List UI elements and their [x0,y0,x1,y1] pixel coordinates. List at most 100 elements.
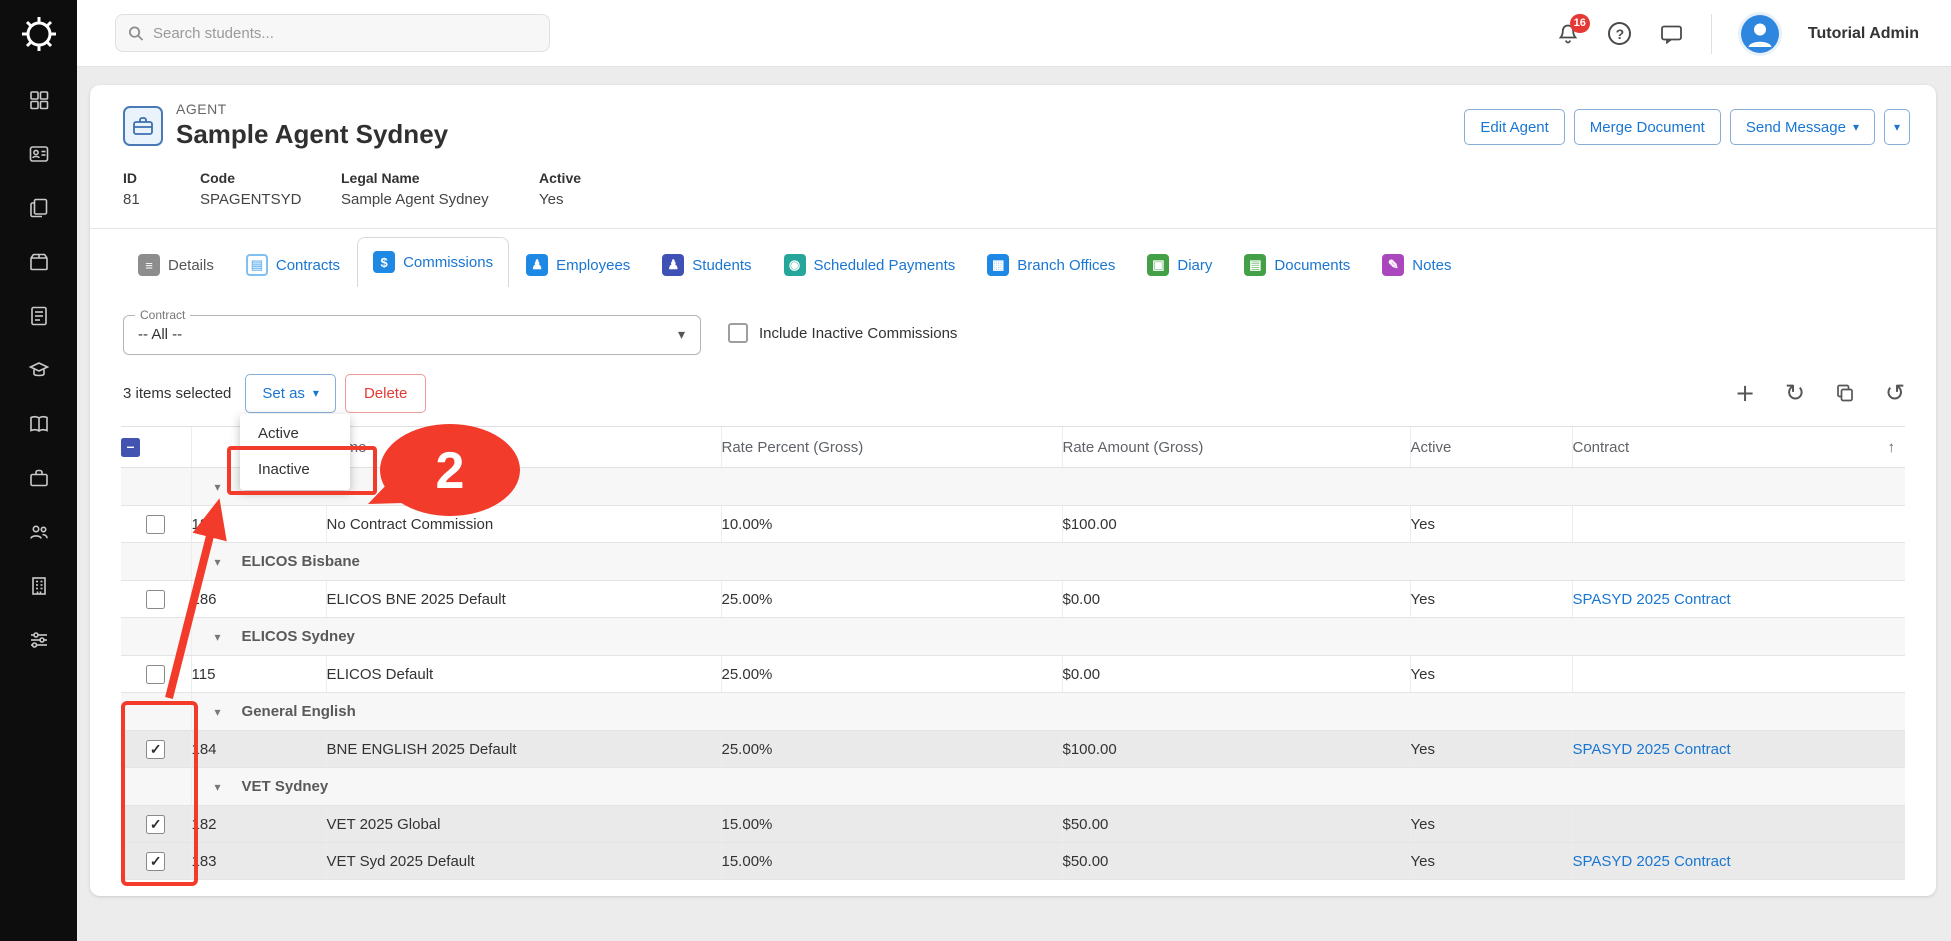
refresh-button[interactable]: ↻ [1782,380,1808,406]
add-commission-button[interactable]: + [1732,380,1758,406]
invoice-icon[interactable] [27,304,51,328]
table-row[interactable]: 115 ELICOS Default 25.00% $0.00 Yes [121,656,1905,693]
tab-commissions[interactable]: $Commissions [357,237,509,287]
tab-scheduled-payments[interactable]: ◉Scheduled Payments [769,243,971,287]
collapse-group-icon[interactable] [215,480,221,494]
notifications-bell-icon[interactable]: 16 [1555,21,1581,47]
app-logo[interactable] [16,11,61,56]
notes-icon: ✎ [1382,254,1404,276]
collapse-group-icon[interactable] [215,630,221,644]
tab-documents[interactable]: ▤Documents [1229,243,1365,287]
contracts-icon: ▤ [246,254,268,276]
user-name: Tutorial Admin [1808,25,1919,43]
table-row[interactable]: 187 No Contract Commission 10.00% $100.0… [121,506,1905,543]
col-header-name[interactable]: Name [326,427,721,468]
info-field-legal-name: Legal Name Sample Agent Sydney [341,170,539,208]
include-inactive-checkbox[interactable]: Include Inactive Commissions [728,323,957,343]
more-actions-button[interactable] [1884,109,1910,145]
search-icon [128,25,144,42]
select-all-checkbox[interactable] [121,438,140,457]
details-icon: ≡ [138,254,160,276]
contract-select[interactable]: Contract -- All -- [123,315,701,355]
contract-link[interactable]: SPASYD 2025 Contract [1573,741,1731,758]
app-logo-icon [20,15,58,53]
tab-branch-offices[interactable]: ▦Branch Offices [972,243,1130,287]
col-header-rate-percent[interactable]: Rate Percent (Gross) [721,427,1062,468]
delete-button[interactable]: Delete [345,374,426,413]
briefcase-icon[interactable] [27,466,51,490]
row-checkbox-checked[interactable] [146,852,165,871]
employees-icon: ♟ [526,254,548,276]
col-header-rate-amount[interactable]: Rate Amount (Gross) [1062,427,1410,468]
contract-select-value: -- All -- [124,316,700,354]
documents-tab-icon: ▤ [1244,254,1266,276]
col-header-contract[interactable]: Contract↑ [1572,427,1905,468]
copy-button[interactable] [1832,380,1858,406]
chat-icon[interactable] [1659,21,1685,47]
history-button[interactable]: ↺ [1882,380,1908,406]
include-inactive-checkbox-box[interactable] [728,323,748,343]
col-header-active[interactable]: Active [1410,427,1572,468]
collapse-group-icon[interactable] [215,555,221,569]
merge-document-button[interactable]: Merge Document [1574,109,1721,145]
building-icon[interactable] [27,574,51,598]
tab-notes[interactable]: ✎Notes [1367,243,1466,287]
plus-icon: + [1735,381,1755,405]
set-as-button[interactable]: Set as [245,374,336,413]
contract-link[interactable]: SPASYD 2025 Contract [1573,853,1731,870]
row-checkbox-checked[interactable] [146,815,165,834]
table-header-row: Name Rate Percent (Gross) Rate Amount (G… [121,427,1905,468]
table-row-selected[interactable]: 183 VET Syd 2025 Default 15.00% $50.00 Y… [121,843,1905,880]
tab-students[interactable]: ♟Students [647,243,766,287]
diary-icon: ▣ [1147,254,1169,276]
avatar[interactable] [1738,12,1782,56]
tab-contracts[interactable]: ▤Contracts [231,243,355,287]
table-row-selected[interactable]: 184 BNE ENGLISH 2025 Default 25.00% $100… [121,731,1905,768]
commissions-table: Name Rate Percent (Gross) Rate Amount (G… [121,426,1905,880]
info-field-code: Code SPAGENTSYD [200,170,341,208]
sort-ascending-icon[interactable]: ↑ [1888,439,1896,456]
sidebar [0,0,77,941]
commissions-icon: $ [373,251,395,273]
row-checkbox[interactable] [146,665,165,684]
contract-link[interactable]: SPASYD 2025 Contract [1573,591,1731,608]
student-card-icon[interactable] [27,142,51,166]
search-input[interactable] [153,25,537,42]
collapse-group-icon[interactable] [215,780,221,794]
send-message-button[interactable]: Send Message [1730,109,1875,145]
table-row[interactable]: 186 ELICOS BNE 2025 Default 25.00% $0.00… [121,581,1905,618]
selected-count: 3 items selected [123,385,231,402]
agent-type-label: AGENT [176,101,227,117]
bulk-actions-row: 3 items selected Set as Delete + ↻ ↺ [123,373,1910,413]
tab-diary[interactable]: ▣Diary [1132,243,1227,287]
menu-item-active[interactable]: Active [240,416,350,452]
dashboard-grid-icon[interactable] [27,88,51,112]
sliders-icon[interactable] [27,628,51,652]
row-checkbox-checked[interactable] [146,740,165,759]
branch-offices-icon: ▦ [987,254,1009,276]
book-icon[interactable] [27,412,51,436]
row-checkbox[interactable] [146,515,165,534]
table-row-selected[interactable]: 182 VET 2025 Global 15.00% $50.00 Yes [121,806,1905,843]
page: 16 ? Tutorial Admin AGENT Sample Agent S… [0,0,1951,941]
tab-employees[interactable]: ♟Employees [511,243,645,287]
agent-detail-card: AGENT Sample Agent Sydney Edit Agent Mer… [90,85,1936,896]
tab-details[interactable]: ≡Details [123,243,229,287]
include-inactive-label: Include Inactive Commissions [759,325,957,342]
collapse-group-icon[interactable] [215,705,221,719]
people-icon[interactable] [27,520,51,544]
topbar-divider [1711,14,1712,54]
search-box [115,14,550,52]
box-icon[interactable] [27,250,51,274]
row-checkbox[interactable] [146,590,165,609]
group-row [121,468,1905,506]
help-icon[interactable]: ? [1607,21,1633,47]
topbar: 16 ? Tutorial Admin [77,0,1951,67]
graduation-cap-icon[interactable] [27,358,51,382]
menu-item-inactive[interactable]: Inactive [240,452,350,488]
group-row: ELICOS Sydney [121,618,1905,656]
edit-agent-button[interactable]: Edit Agent [1464,109,1564,145]
group-row: VET Sydney [121,768,1905,806]
documents-icon[interactable] [27,196,51,220]
refresh-icon: ↻ [1785,381,1805,405]
